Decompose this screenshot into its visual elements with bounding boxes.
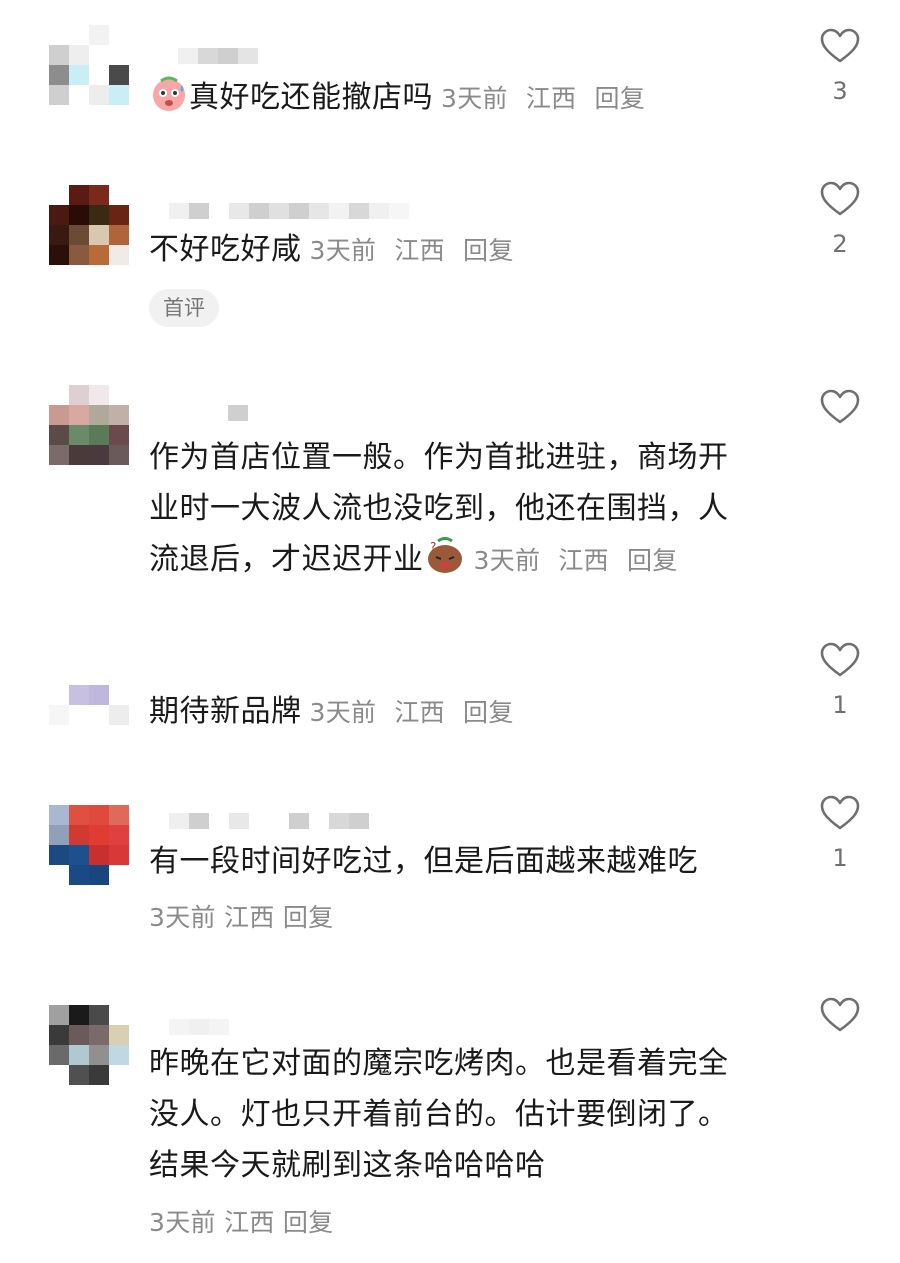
comment-line: 作为首店位置一般。作为首批进驻，商场开 bbox=[149, 440, 729, 475]
reply-button[interactable]: 回复 bbox=[283, 1208, 334, 1237]
like-button[interactable]: 3 bbox=[818, 28, 862, 106]
like-count bbox=[818, 437, 862, 467]
comment-text: 作为首店位置一般。作为首批进驻，商场开 业时一大波人流也没吃到，他还在围挡，人 … bbox=[149, 432, 789, 591]
like-button[interactable]: 1 bbox=[818, 795, 862, 873]
svg-text:?: ? bbox=[430, 540, 437, 554]
like-count: 2 bbox=[832, 230, 848, 258]
heart-outline-icon bbox=[820, 389, 860, 424]
comment-text: 真好吃还能撤店吗 3天前 江西 回复 bbox=[149, 72, 789, 129]
comment-text: 有一段时间好吃过，但是后面越来越难吃 bbox=[149, 836, 789, 887]
like-count: 3 bbox=[832, 77, 848, 105]
comment-time: 3天前 bbox=[149, 903, 216, 932]
comment-location: 江西 bbox=[394, 698, 445, 727]
comment-line: 流退后，才迟迟开业 bbox=[149, 542, 424, 577]
reply-button[interactable]: 回复 bbox=[595, 84, 646, 113]
comment-line: 昨晚在它对面的魔宗吃烤肉。也是看着完全 bbox=[149, 1046, 729, 1081]
heart-outline-icon bbox=[820, 642, 860, 677]
avatar[interactable] bbox=[49, 1005, 129, 1085]
comment-line: 业时一大波人流也没吃到，他还在围挡，人 bbox=[149, 491, 729, 526]
username[interactable] bbox=[169, 813, 369, 829]
like-button[interactable] bbox=[818, 389, 862, 467]
like-count: 1 bbox=[832, 691, 848, 719]
confused-face-emoji: ? bbox=[424, 535, 466, 591]
like-count: 1 bbox=[832, 844, 848, 872]
reply-button[interactable]: 回复 bbox=[463, 698, 514, 727]
comment-location: 江西 bbox=[224, 903, 275, 932]
comment-time: 3天前 bbox=[473, 546, 541, 575]
comment-line: 结果今天就刷到这条哈哈哈哈 bbox=[149, 1148, 546, 1183]
reply-button[interactable]: 回复 bbox=[627, 546, 678, 575]
comment-time: 3天前 bbox=[309, 236, 377, 265]
avatar[interactable] bbox=[49, 665, 129, 745]
comment-meta: 3天前 江西 回复 bbox=[149, 898, 334, 934]
avatar[interactable] bbox=[49, 805, 129, 885]
username[interactable] bbox=[169, 203, 409, 219]
avatar[interactable] bbox=[49, 25, 129, 105]
reply-button[interactable]: 回复 bbox=[283, 903, 334, 932]
like-count bbox=[818, 1045, 862, 1075]
comment-line: 没人。灯也只开着前台的。估计要倒闭了。 bbox=[149, 1097, 729, 1132]
username[interactable] bbox=[228, 405, 248, 421]
comment-body: 有一段时间好吃过，但是后面越来越难吃 bbox=[149, 844, 698, 879]
comment-location: 江西 bbox=[525, 84, 577, 113]
comment-location: 江西 bbox=[394, 236, 445, 265]
like-button[interactable]: 1 bbox=[818, 642, 862, 720]
comment-location: 江西 bbox=[558, 546, 609, 575]
comment-location: 江西 bbox=[224, 1208, 275, 1237]
avatar[interactable] bbox=[49, 385, 129, 465]
reply-button[interactable]: 回复 bbox=[463, 236, 514, 265]
username[interactable] bbox=[178, 48, 258, 64]
heart-outline-icon bbox=[820, 795, 860, 830]
sweat-face-emoji bbox=[149, 73, 189, 129]
comment-body: 真好吃还能撤店吗 bbox=[189, 80, 433, 115]
heart-outline-icon bbox=[820, 181, 860, 216]
heart-outline-icon bbox=[820, 997, 860, 1032]
comment-text: 昨晚在它对面的魔宗吃烤肉。也是看着完全 没人。灯也只开着前台的。估计要倒闭了。 … bbox=[149, 1038, 789, 1191]
comment-time: 3天前 bbox=[149, 1208, 216, 1237]
avatar[interactable] bbox=[49, 185, 129, 265]
comment-text: 不好吃好咸 3天前 江西 回复 bbox=[149, 224, 789, 276]
comment-time: 3天前 bbox=[309, 698, 377, 727]
comment-body: 期待新品牌 bbox=[149, 694, 302, 729]
username[interactable] bbox=[169, 1019, 229, 1035]
like-button[interactable] bbox=[818, 997, 862, 1075]
comment-time: 3天前 bbox=[441, 84, 508, 113]
comment-text: 期待新品牌 3天前 江西 回复 bbox=[149, 686, 789, 738]
first-comment-badge: 首评 bbox=[149, 289, 219, 327]
heart-outline-icon bbox=[820, 28, 860, 63]
like-button[interactable]: 2 bbox=[818, 181, 862, 259]
comment-meta: 3天前 江西 回复 bbox=[149, 1203, 334, 1239]
comment-body: 不好吃好咸 bbox=[149, 232, 302, 267]
